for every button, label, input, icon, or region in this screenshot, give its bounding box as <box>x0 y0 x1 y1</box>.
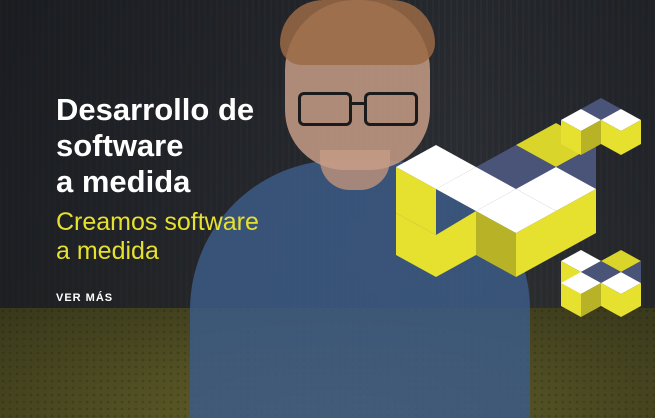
person-hair <box>280 0 435 65</box>
hero-title-line: a medida <box>56 164 191 199</box>
hero-title-line: software <box>56 128 184 163</box>
ver-mas-link[interactable]: VER MÁS <box>56 292 113 304</box>
hero-subtitle-line: Creamos software <box>56 208 259 236</box>
small-cube-cluster-top <box>561 98 641 155</box>
isometric-cubes-icon <box>396 98 641 317</box>
hero-banner: Desarrollo de software a medida Creamos … <box>0 0 655 418</box>
hero-subtitle-line: a medida <box>56 237 159 265</box>
hero-title: Desarrollo de software a medida <box>56 92 356 200</box>
hero-subtitle: Creamos software a medida <box>56 208 356 266</box>
small-cube-cluster-bottom <box>561 250 641 317</box>
hero-text: Desarrollo de software a medida Creamos … <box>56 92 356 306</box>
hero-title-line: Desarrollo de <box>56 92 255 127</box>
